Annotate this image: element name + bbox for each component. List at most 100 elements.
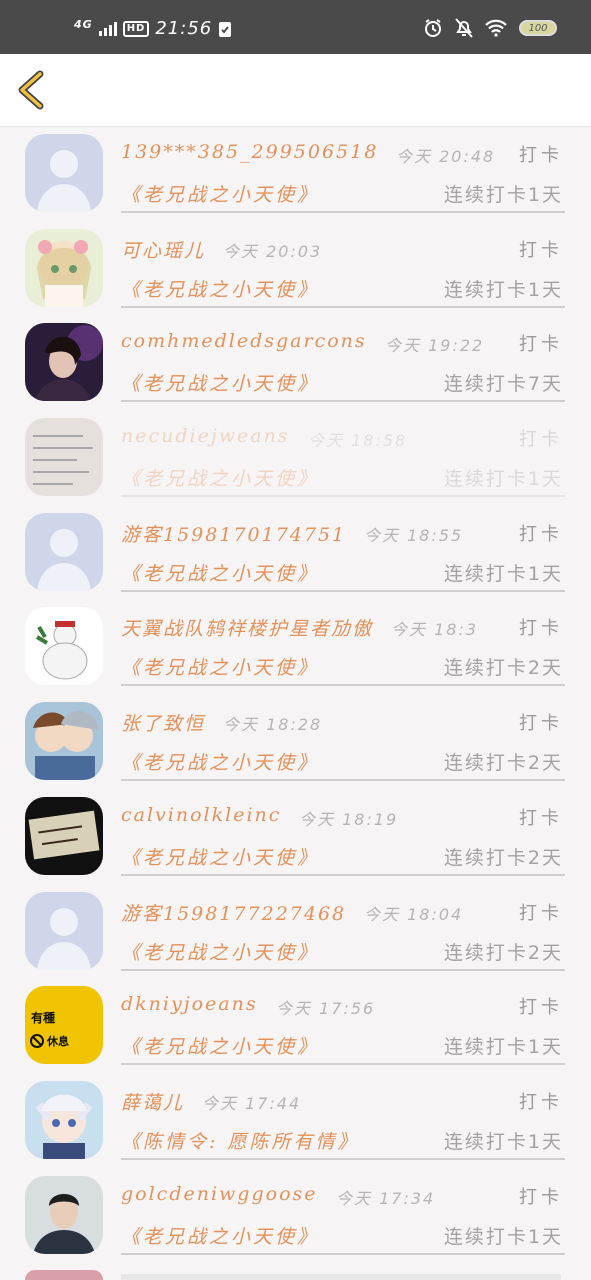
- checkin-label: 打卡: [519, 997, 563, 1019]
- streak-label: 连续打卡2天: [443, 846, 563, 869]
- checkin-label: 打卡: [519, 429, 563, 451]
- streak-label: 连续打卡1天: [443, 1036, 563, 1059]
- avatar[interactable]: [25, 891, 103, 970]
- avatar[interactable]: 有種休息: [25, 986, 103, 1065]
- checkin-label: 打卡: [519, 1091, 563, 1113]
- list-item[interactable]: comhmedledsgarcons 今天 19:22 打卡 《老兄战之小天使》 连续打…: [0, 316, 591, 411]
- checkin-time: 今天 20:03: [223, 241, 323, 261]
- list-item[interactable]: 有種休息 dkniyjoeans 今天 17:56 打卡《老兄战之小天使》 连续打卡1天: [0, 979, 591, 1074]
- checkin-label: 打卡: [519, 145, 563, 166]
- user-name[interactable]: 天翼战队鸫祥楼护星者劢傲: [121, 614, 373, 641]
- checkin-time: 今天 18:28: [223, 715, 323, 735]
- list-item[interactable]: 可心瑶儿 今天 20:03 打卡 《老兄战之小天使》 连续打卡1天: [0, 222, 591, 317]
- streak-label: 连续打卡7天: [443, 373, 563, 396]
- list-item[interactable]: necudiejweans 今天 18:58 打卡《老兄战之小天使》 连续打卡1天: [0, 411, 591, 506]
- wifi-icon: [485, 19, 507, 37]
- signal-icon: [98, 21, 117, 36]
- checkin-time: 今天 17:56: [276, 999, 376, 1019]
- divider: [121, 968, 565, 971]
- user-name[interactable]: 游客15981772274​68: [121, 899, 346, 926]
- battery-icon: 100: [519, 20, 557, 36]
- divider: [121, 1063, 565, 1066]
- avatar[interactable]: [25, 796, 103, 875]
- book-title[interactable]: 《陈情令: 愿陈所有情》: [121, 1127, 359, 1154]
- status-right: 100: [423, 18, 557, 38]
- checkin-time: 今天 18:04: [364, 904, 464, 924]
- avatar[interactable]: [25, 323, 103, 402]
- book-title[interactable]: 《老兄战之小天使》: [121, 559, 319, 586]
- user-name[interactable]: 薛蔼儿: [121, 1088, 184, 1115]
- avatar[interactable]: [25, 607, 103, 686]
- clipboard-check-icon: [219, 21, 232, 37]
- book-title[interactable]: 《老兄战之小天使》: [121, 1032, 319, 1059]
- checkin-label: 打卡: [519, 807, 563, 829]
- list-item[interactable]: 张了致恒 今天 18:28 打卡 《老兄战之小天使》 连续打卡2天: [0, 695, 591, 790]
- avatar[interactable]: [25, 702, 103, 781]
- svg-text:休息: 休息: [46, 1034, 69, 1048]
- list-item[interactable]: golcdeniwggoose 今天 17:34 打卡《老兄战之小天使》 连续打卡1天: [0, 1169, 591, 1264]
- user-name[interactable]: 张了致恒: [121, 709, 205, 736]
- list-item[interactable]: 游客15981772274​68 今天 18:04 打卡 《老兄战之小天使》 连续打卡2…: [0, 885, 591, 980]
- list-item[interactable]: 天翼战队鸫祥楼护星者劢傲 今天 18:3 打卡 《老兄战之小天使》 连续打卡2天: [0, 600, 591, 695]
- hd-badge: HD: [122, 20, 150, 37]
- user-name[interactable]: 139***385_299506518: [121, 141, 378, 163]
- chevron-left-icon[interactable]: [14, 70, 48, 110]
- avatar[interactable]: [25, 1175, 103, 1254]
- checkin-time: 今天 19:22: [385, 336, 485, 356]
- user-name[interactable]: necudiejweans: [121, 425, 290, 447]
- book-title[interactable]: 《老兄战之小天使》: [121, 369, 319, 396]
- avatar[interactable]: [25, 134, 103, 212]
- checkin-time: 今天 18:55: [364, 525, 464, 545]
- checkin-label: 打卡: [519, 1186, 563, 1208]
- checkin-time: 今天 18:58: [308, 431, 408, 451]
- streak-label: 连续打卡1天: [443, 1130, 563, 1153]
- user-name[interactable]: golcdeniwggoose: [121, 1183, 318, 1205]
- book-title[interactable]: 《老兄战之小天使》: [121, 843, 319, 870]
- clock: 21:56: [155, 18, 213, 39]
- book-title[interactable]: 《老兄战之小天使》: [121, 938, 319, 965]
- streak-label: 连续打卡1天: [443, 562, 563, 585]
- user-name[interactable]: dkniyjoeans: [121, 993, 258, 1015]
- checkin-label: 打卡: [519, 902, 563, 924]
- list-item-partial: [121, 1274, 561, 1280]
- book-title[interactable]: 《老兄战之小天使》: [121, 653, 319, 680]
- book-title[interactable]: 《老兄战之小天使》: [121, 464, 319, 491]
- avatar[interactable]: [25, 512, 103, 591]
- streak-label: 连续打卡1天: [443, 278, 563, 301]
- user-name[interactable]: 可心瑶儿: [121, 236, 205, 263]
- list-item[interactable]: 薛蔼儿 今天 17:44 打卡《陈情令: 愿陈所有情》 连续打卡1天: [0, 1074, 591, 1169]
- book-title[interactable]: 《老兄战之小天使》: [121, 1222, 319, 1249]
- checkin-time: 今天 17:44: [202, 1093, 302, 1113]
- streak-label: 连续打卡2天: [443, 752, 563, 775]
- divider: [121, 873, 565, 876]
- alarm-icon: [425, 19, 441, 37]
- list-item[interactable]: 游客15981701747​51 今天 18:55 打卡《老兄战之小天使》 连续打卡1…: [0, 506, 591, 601]
- svg-text:有種: 有種: [31, 1010, 55, 1025]
- user-name[interactable]: 游客15981701747​51: [121, 520, 346, 547]
- avatar[interactable]: [25, 228, 103, 307]
- streak-label: 连续打卡1天: [443, 1225, 563, 1248]
- divider: [121, 305, 565, 308]
- user-name[interactable]: calvinolkleinc: [121, 804, 281, 826]
- avatar[interactable]: [25, 418, 103, 497]
- avatar-partial: [25, 1270, 103, 1280]
- checkin-label: 打卡: [519, 618, 563, 640]
- divider: [121, 400, 565, 403]
- streak-label: 连续打卡2天: [443, 657, 563, 680]
- book-title[interactable]: 《老兄战之小天使》: [121, 275, 319, 302]
- checkin-list: 139***385_299506518 今天 20:48 打卡 《老兄战之小天使》 连续…: [0, 127, 591, 1263]
- divider: [121, 495, 565, 498]
- divider: [121, 211, 565, 213]
- user-name[interactable]: comhmedledsgarcons: [121, 330, 367, 352]
- app-header: [0, 54, 591, 127]
- checkin-time: 今天 17:34: [336, 1188, 436, 1208]
- list-item[interactable]: calvinolkleinc 今天 18:19 打卡 《老兄战之小天使》 连续打卡2天: [0, 790, 591, 885]
- avatar[interactable]: [25, 1080, 103, 1159]
- checkin-label: 打卡: [519, 523, 563, 545]
- streak-label: 连续打卡1天: [443, 468, 563, 491]
- list-item[interactable]: 139***385_299506518 今天 20:48 打卡 《老兄战之小天使》 连续…: [0, 127, 591, 222]
- divider: [121, 1157, 565, 1160]
- book-title[interactable]: 《老兄战之小天使》: [121, 748, 319, 775]
- book-title[interactable]: 《老兄战之小天使》: [121, 180, 319, 207]
- network-label: 4G: [74, 18, 93, 31]
